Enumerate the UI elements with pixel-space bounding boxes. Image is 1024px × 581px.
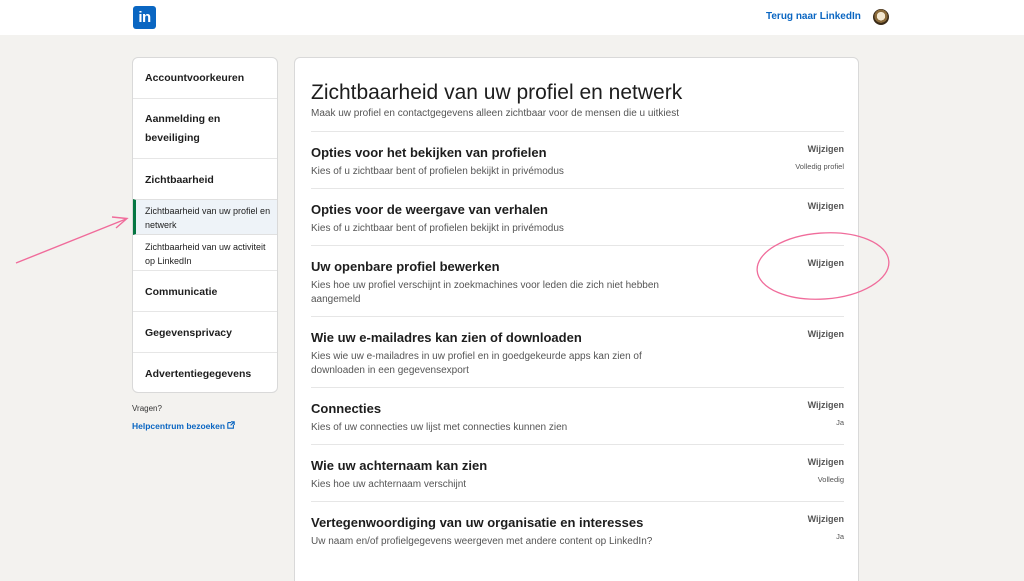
setting-row-profile-viewing[interactable]: Opties voor het bekijken van profielen K… [311, 131, 844, 188]
setting-title: Vertegenwoordiging van uw organisatie en… [311, 515, 644, 530]
setting-title: Wie uw achternaam kan zien [311, 458, 488, 473]
change-button[interactable]: Wijzigen [808, 144, 844, 154]
setting-value: Volledig [817, 475, 844, 484]
sidebar-item-label: Gegevensprivacy [145, 327, 232, 339]
help-center-link[interactable]: Helpcentrum bezoeken [132, 421, 236, 431]
setting-description: Kies hoe uw achternaam verschijnt [311, 479, 467, 490]
sidebar-item-label: Aanmelding en beveiliging [145, 113, 221, 144]
sidebar-subitem-label: Zichtbaarheid van uw activiteit op Linke… [145, 242, 266, 266]
sidebar-item-communication[interactable]: Communicatie [133, 271, 277, 312]
setting-title: Connecties [311, 401, 382, 416]
setting-description: Kies wie uw e-mailadres in uw profiel en… [311, 351, 642, 376]
sidebar-subitem-activity-visibility[interactable]: Zichtbaarheid van uw activiteit op Linke… [133, 237, 277, 271]
sidebar-item-data-privacy[interactable]: Gegevensprivacy [133, 312, 277, 353]
setting-description: Kies of u zichtbaar bent of profielen be… [311, 223, 564, 234]
sidebar-item-label: Zichtbaarheid [145, 174, 214, 186]
sidebar-item-label: Accountvoorkeuren [145, 72, 245, 84]
setting-description: Kies of u zichtbaar bent of profielen be… [311, 166, 564, 177]
setting-row-stories-display[interactable]: Opties voor de weergave van verhalen Kie… [311, 188, 844, 245]
page-subtitle: Maak uw profiel en contactgegevens allee… [311, 108, 679, 119]
annotation-arrowhead [111, 216, 129, 229]
sidebar-item-account-preferences[interactable]: Accountvoorkeuren [133, 58, 277, 99]
change-button[interactable]: Wijzigen [808, 201, 844, 211]
back-to-linkedin-link[interactable]: Terug naar LinkedIn [766, 11, 861, 22]
sidebar-item-label: Communicatie [145, 286, 218, 298]
external-link-icon [227, 421, 236, 429]
sidebar-subitem-label: Zichtbaarheid van uw profiel en netwerk [145, 206, 271, 230]
annotation-arrow [15, 218, 127, 264]
setting-row-email-visibility[interactable]: Wie uw e-mailadres kan zien of downloade… [311, 316, 844, 387]
sidebar-item-sign-in-security[interactable]: Aanmelding en beveiliging [133, 99, 277, 159]
top-bar: in Terug naar LinkedIn [0, 0, 1024, 35]
setting-row-connections[interactable]: Connecties Kies of uw connecties uw lijs… [311, 387, 844, 444]
setting-title: Uw openbare profiel bewerken [311, 259, 500, 274]
main-panel: Zichtbaarheid van uw profiel en netwerk … [294, 57, 859, 581]
sidebar-item-visibility[interactable]: Zichtbaarheid [133, 159, 277, 198]
setting-description: Uw naam en/of profielgegevens weergeven … [311, 536, 653, 547]
linkedin-logo-icon[interactable]: in [133, 6, 156, 29]
setting-row-last-name[interactable]: Wie uw achternaam kan zien Kies hoe uw a… [311, 444, 844, 501]
settings-sidebar: Accountvoorkeuren Aanmelding en beveilig… [132, 57, 278, 393]
setting-description: Kies of uw connecties uw lijst met conne… [311, 422, 568, 433]
setting-value: Ja [836, 532, 844, 541]
setting-title: Opties voor het bekijken van profielen [311, 145, 547, 160]
page-title: Zichtbaarheid van uw profiel en netwerk [311, 81, 683, 104]
change-button[interactable]: Wijzigen [808, 457, 844, 467]
setting-value: Volledig profiel [795, 162, 844, 171]
setting-description: Kies hoe uw profiel verschijnt in zoekma… [311, 280, 659, 305]
questions-label: Vragen? [132, 404, 162, 413]
avatar[interactable] [873, 9, 889, 25]
sidebar-item-ad-data[interactable]: Advertentiegegevens [133, 353, 277, 392]
change-button[interactable]: Wijzigen [808, 258, 844, 268]
setting-title: Opties voor de weergave van verhalen [311, 202, 548, 217]
sidebar-item-label: Advertentiegegevens [145, 368, 252, 380]
setting-value: Ja [836, 418, 844, 427]
sidebar-subitem-profile-network-visibility[interactable]: Zichtbaarheid van uw profiel en netwerk [133, 199, 277, 235]
help-center-label: Helpcentrum bezoeken [132, 421, 226, 431]
setting-row-organization-representation[interactable]: Vertegenwoordiging van uw organisatie en… [311, 501, 844, 581]
change-button[interactable]: Wijzigen [808, 514, 844, 524]
setting-title: Wie uw e-mailadres kan zien of downloade… [311, 330, 582, 345]
setting-row-public-profile[interactable]: Uw openbare profiel bewerken Kies hoe uw… [311, 245, 844, 316]
change-button[interactable]: Wijzigen [808, 400, 844, 410]
change-button[interactable]: Wijzigen [808, 329, 844, 339]
